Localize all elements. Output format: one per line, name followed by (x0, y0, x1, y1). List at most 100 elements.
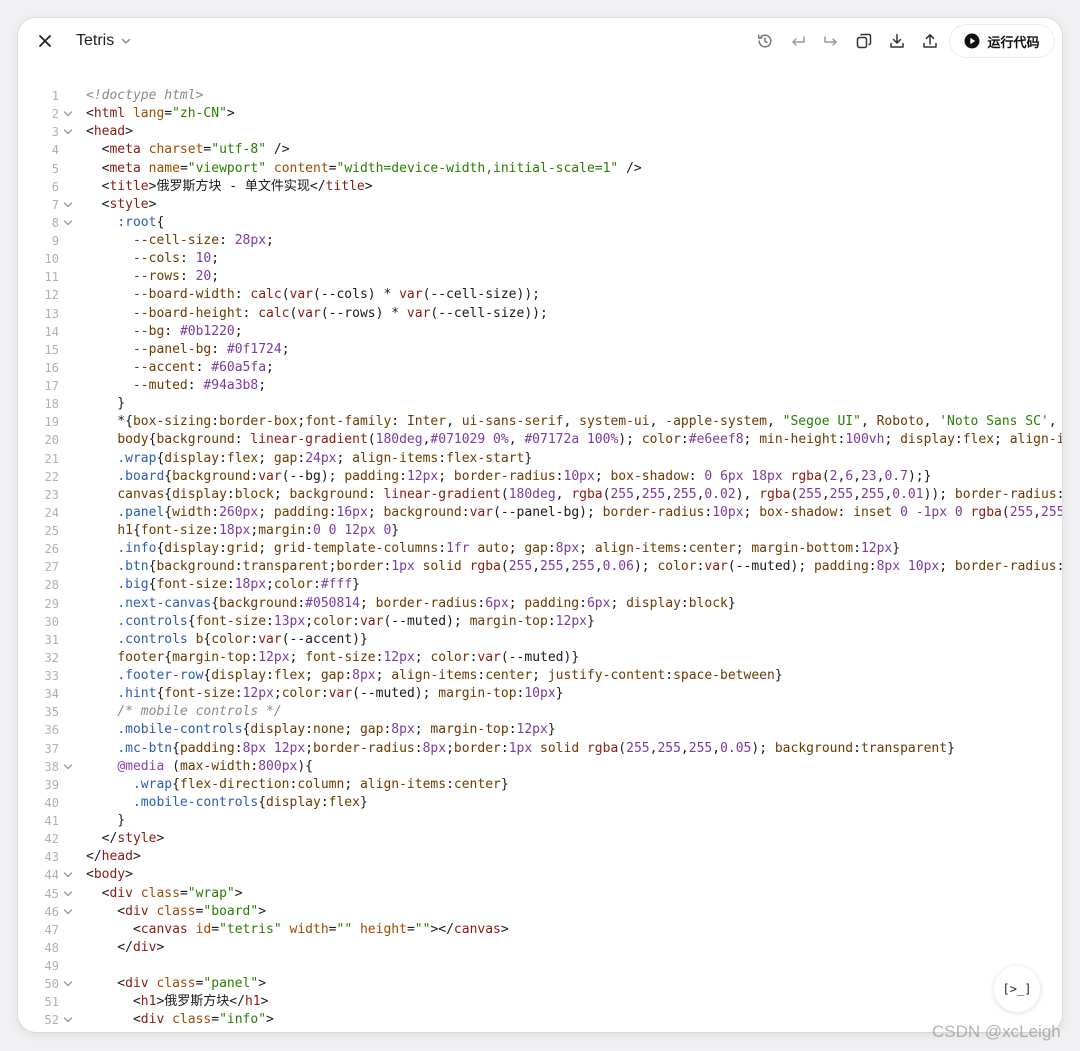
code-line[interactable]: 46 <div class="board"> (18, 903, 1062, 921)
code-line[interactable]: 52 <div class="info"> (18, 1011, 1062, 1029)
undo-button[interactable] (787, 30, 809, 52)
line-number: 28 (44, 578, 59, 593)
code-line[interactable]: 17 --muted: #94a3b8; (18, 377, 1062, 395)
watermark: CSDN @xcLeigh (932, 1022, 1061, 1041)
copy-button[interactable] (853, 30, 875, 52)
code-line[interactable]: 1 <!doctype html> (18, 87, 1062, 105)
code-line[interactable]: 15 --panel-bg: #0f1724; (18, 341, 1062, 359)
code-line[interactable]: 7 <style> (18, 196, 1062, 214)
code-text: --cols: 10; (132, 251, 220, 267)
code-line[interactable]: 34 .hint{font-size:12px;color:var(--mute… (18, 685, 1062, 703)
code-text: --muted: #94a3b8; (132, 378, 267, 393)
code-line[interactable]: 11 --rows: 20; (18, 268, 1062, 286)
fold-chevron-icon[interactable] (63, 219, 73, 227)
code-text: .next-canvas{background:#050814; border-… (117, 595, 736, 611)
line-number: 29 (44, 596, 59, 611)
code-editor[interactable]: 1 <!doctype html> 2 <html lang="zh-CN"> 3 <he… (18, 87, 1062, 1032)
fold-chevron-icon[interactable] (63, 871, 73, 879)
close-icon (39, 35, 51, 47)
code-line[interactable]: 8 :root{ (18, 214, 1062, 232)
code-line[interactable]: 35 /* mobile controls */ (18, 703, 1062, 721)
code-line[interactable]: 12 --board-width: calc(var(--cols) * var… (18, 286, 1062, 304)
code-text: <div class="board"> (86, 903, 267, 919)
code-line[interactable]: 39 .wrap{flex-direction:column; align-it… (18, 776, 1062, 794)
code-text: <meta charset="utf-8" /> (86, 142, 290, 158)
code-line[interactable]: 14 --bg: #0b1220; (18, 323, 1062, 341)
code-line[interactable]: 6 <title>俄罗斯方块 - 单文件实现</title> (18, 178, 1062, 196)
line-number: 7 (51, 197, 59, 212)
fold-chevron-icon[interactable] (63, 1016, 73, 1024)
line-number: 23 (44, 487, 59, 502)
share-button[interactable] (919, 30, 941, 52)
code-text: --rows: 20; (132, 269, 220, 285)
code-line[interactable]: 49 (18, 957, 1062, 975)
code-line[interactable]: 29 .next-canvas{background:#050814; bord… (18, 595, 1062, 613)
code-line[interactable]: 21 .wrap{display:flex; gap:24px; align-i… (18, 450, 1062, 468)
code-line[interactable]: 13 --board-height: calc(var(--rows) * va… (18, 305, 1062, 323)
play-icon (964, 33, 980, 49)
code-line[interactable]: 50 <div class="panel"> (18, 975, 1062, 993)
code-line[interactable]: 47 <canvas id="tetris" width="" height="… (18, 921, 1062, 939)
run-code-button[interactable]: 运行代码 (950, 25, 1054, 57)
fold-chevron-icon[interactable] (63, 980, 73, 988)
fold-chevron-icon[interactable] (63, 201, 73, 209)
code-line[interactable]: 18 } (18, 395, 1062, 413)
fold-chevron-icon[interactable] (63, 908, 73, 916)
code-text: --bg: #0b1220; (132, 323, 243, 339)
code-line[interactable]: 28 .big{font-size:18px;color:#fff} (18, 576, 1062, 594)
terminal-button[interactable]: [>_] (994, 966, 1040, 1012)
code-line[interactable]: 16 --accent: #60a5fa; (18, 359, 1062, 377)
code-text: .footer-row{display:flex; gap:8px; align… (117, 668, 783, 683)
code-line[interactable]: 31 .controls b{color:var(--accent)} (18, 631, 1062, 649)
code-line[interactable]: 25 h1{font-size:18px;margin:0 0 12px 0} (18, 522, 1062, 540)
code-line[interactable]: 44 <body> (18, 866, 1062, 884)
code-line[interactable]: 38 @media (max-width:800px){ (18, 758, 1062, 776)
code-line[interactable]: 22 .board{background:var(--bg); padding:… (18, 468, 1062, 486)
line-number: 38 (44, 759, 59, 774)
code-line[interactable]: 45 <div class="wrap"> (18, 885, 1062, 903)
history-button[interactable] (754, 30, 776, 52)
code-line[interactable]: 41 } (18, 812, 1062, 830)
code-line[interactable]: 37 .mc-btn{padding:8px 12px;border-radiu… (18, 740, 1062, 758)
code-line[interactable]: 3 <head> (18, 123, 1062, 141)
code-line[interactable]: 20 body{background: linear-gradient(180d… (18, 431, 1062, 449)
code-line[interactable]: 53 <div> (18, 1030, 1062, 1033)
line-number: 6 (51, 179, 59, 194)
code-line[interactable]: 48 </div> (18, 939, 1062, 957)
code-line[interactable]: 24 .panel{width:260px; padding:16px; bac… (18, 504, 1062, 522)
code-line[interactable]: 4 <meta charset="utf-8" /> (18, 141, 1062, 159)
code-text: <html lang="zh-CN"> (86, 106, 235, 122)
fold-chevron-icon[interactable] (63, 110, 73, 118)
code-line[interactable]: 51 <h1>俄罗斯方块</h1> (18, 993, 1062, 1011)
code-line[interactable]: 27 .btn{background:transparent;border:1p… (18, 558, 1062, 576)
code-line[interactable]: 10 --cols: 10; (18, 250, 1062, 268)
code-line[interactable]: 43 </head> (18, 848, 1062, 866)
code-text: } (86, 813, 126, 828)
line-number: 31 (44, 632, 59, 647)
code-line[interactable]: 32 footer{margin-top:12px; font-size:12p… (18, 649, 1062, 667)
code-text: <h1>俄罗斯方块</h1> (86, 994, 269, 1010)
line-number: 34 (44, 687, 59, 702)
code-line[interactable]: 5 <meta name="viewport" content="width=d… (18, 160, 1062, 178)
redo-button[interactable] (820, 30, 842, 52)
fold-chevron-icon[interactable] (63, 128, 73, 136)
fold-chevron-icon[interactable] (63, 890, 73, 898)
line-number: 52 (44, 1013, 59, 1028)
code-line[interactable]: 33 .footer-row{display:flex; gap:8px; al… (18, 667, 1062, 685)
file-title-dropdown[interactable]: Tetris (76, 30, 132, 52)
code-line[interactable]: 40 .mobile-controls{display:flex} (18, 794, 1062, 812)
terminal-icon: [>_] (1002, 982, 1032, 996)
code-line[interactable]: 23 canvas{display:block; background: lin… (18, 486, 1062, 504)
code-line[interactable]: 36 .mobile-controls{display:none; gap:8p… (18, 721, 1062, 739)
line-number: 14 (44, 324, 59, 339)
fold-chevron-icon[interactable] (63, 763, 73, 771)
download-button[interactable] (886, 30, 908, 52)
code-line[interactable]: 2 <html lang="zh-CN"> (18, 105, 1062, 123)
code-line[interactable]: 30 .controls{font-size:13px;color:var(--… (18, 613, 1062, 631)
code-line[interactable]: 26 .info{display:grid; grid-template-col… (18, 540, 1062, 558)
code-line[interactable]: 19 *{box-sizing:border-box;font-family: … (18, 413, 1062, 431)
code-line[interactable]: 42 </style> (18, 830, 1062, 848)
code-line[interactable]: 9 --cell-size: 28px; (18, 232, 1062, 250)
code-text: body{background: linear-gradient(180deg,… (117, 432, 1062, 448)
close-button[interactable] (34, 30, 56, 52)
